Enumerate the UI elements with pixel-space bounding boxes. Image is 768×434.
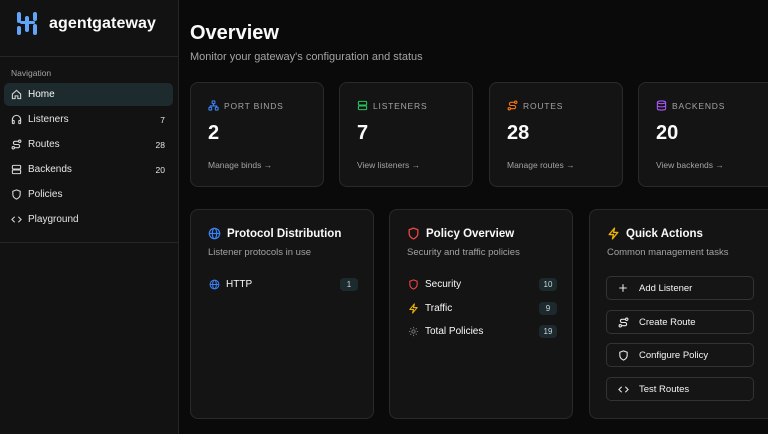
- shield-icon: [617, 349, 629, 361]
- button-label: Create Route: [639, 316, 696, 328]
- sidebar-item-playground[interactable]: Playground: [4, 208, 173, 231]
- stat-label: PORT BINDS: [224, 100, 284, 111]
- stat-value: 2: [208, 122, 220, 144]
- route-icon: [10, 139, 22, 151]
- sidebar-nav: Home Listeners 7 Routes 28 Backends 20 P…: [4, 83, 173, 233]
- plus-icon: [617, 282, 629, 294]
- sidebar-item-label: Routes: [28, 139, 60, 150]
- nav-heading: Navigation: [11, 68, 52, 78]
- panel-title-text: Policy Overview: [426, 227, 515, 240]
- policy-label: Security: [425, 278, 462, 290]
- network-icon: [208, 100, 219, 111]
- brand[interactable]: agentgateway: [14, 10, 156, 37]
- panel-title: Protocol Distribution: [208, 227, 341, 240]
- count-badge: 10: [539, 277, 557, 291]
- panel-title-text: Protocol Distribution: [227, 227, 342, 240]
- stat-header: ROUTES: [507, 100, 563, 111]
- sidebar-item-label: Home: [28, 89, 55, 100]
- agentgateway-logo-icon: [14, 10, 41, 37]
- zap-icon: [607, 227, 620, 240]
- stat-label: BACKENDS: [672, 100, 726, 111]
- home-icon: [10, 89, 22, 101]
- view-listeners-link[interactable]: View listeners →: [357, 160, 420, 170]
- shield-icon: [407, 227, 420, 240]
- stat-header: PORT BINDS: [208, 100, 284, 111]
- stat-label: LISTENERS: [373, 100, 428, 111]
- panel-subtitle: Security and traffic policies: [407, 247, 520, 258]
- panel-title: Policy Overview: [407, 227, 514, 240]
- panel-title-text: Quick Actions: [626, 227, 703, 240]
- panel-subtitle: Listener protocols in use: [208, 247, 311, 258]
- zap-icon: [407, 302, 419, 314]
- sidebar-item-label: Playground: [28, 214, 79, 225]
- database-icon: [656, 100, 667, 111]
- button-label: Test Routes: [639, 383, 690, 395]
- sidebar: agentgateway Navigation Home Listeners 7…: [0, 0, 179, 434]
- stat-card-port-binds[interactable]: PORT BINDS 2 Manage binds →: [190, 82, 324, 187]
- protocol-row-http: HTTP 1: [208, 276, 358, 292]
- button-label: Add Listener: [639, 282, 693, 294]
- globe-icon: [208, 278, 220, 290]
- page-subtitle: Monitor your gateway's configuration and…: [190, 51, 423, 63]
- sidebar-divider: [0, 56, 179, 57]
- sidebar-divider: [0, 242, 179, 243]
- sidebar-item-label: Backends: [28, 164, 72, 175]
- sidebar-item-backends[interactable]: Backends 20: [4, 158, 173, 181]
- stat-card-routes[interactable]: ROUTES 28 Manage routes →: [489, 82, 623, 187]
- sidebar-item-count: 28: [155, 139, 165, 150]
- count-badge: 19: [539, 324, 557, 338]
- sidebar-item-home[interactable]: Home: [4, 83, 173, 106]
- stat-value: 7: [357, 122, 369, 144]
- quick-actions-panel: Quick Actions Common management tasks Ad…: [589, 209, 768, 419]
- panel-subtitle: Common management tasks: [607, 247, 729, 258]
- code-icon: [10, 214, 22, 226]
- test-routes-button[interactable]: Test Routes: [606, 377, 754, 401]
- manage-binds-link[interactable]: Manage binds →: [208, 160, 272, 170]
- shield-icon: [407, 278, 419, 290]
- sidebar-item-count: 20: [155, 164, 165, 175]
- policy-row-total: Total Policies 19: [407, 323, 557, 339]
- brand-name: agentgateway: [49, 14, 157, 32]
- protocol-distribution-panel: Protocol Distribution Listener protocols…: [190, 209, 374, 419]
- manage-routes-link[interactable]: Manage routes →: [507, 160, 575, 170]
- protocol-label: HTTP: [226, 278, 253, 290]
- sidebar-item-label: Listeners: [28, 114, 69, 125]
- shield-icon: [10, 189, 22, 201]
- sidebar-item-listeners[interactable]: Listeners 7: [4, 108, 173, 131]
- globe-icon: [208, 227, 221, 240]
- panel-title: Quick Actions: [607, 227, 703, 240]
- page-title: Overview: [190, 22, 279, 44]
- headphones-icon: [10, 114, 22, 126]
- policy-row-traffic: Traffic 9: [407, 300, 557, 316]
- button-label: Configure Policy: [639, 349, 709, 361]
- policy-label: Traffic: [425, 302, 453, 314]
- stat-header: BACKENDS: [656, 100, 725, 111]
- stat-header: LISTENERS: [357, 100, 427, 111]
- stat-value: 28: [507, 122, 530, 144]
- route-icon: [507, 100, 518, 111]
- server-icon: [10, 164, 22, 176]
- create-route-button[interactable]: Create Route: [606, 310, 754, 334]
- stat-value: 20: [656, 122, 679, 144]
- sidebar-item-routes[interactable]: Routes 28: [4, 133, 173, 156]
- route-icon: [617, 316, 629, 328]
- count-badge: 1: [340, 277, 358, 291]
- stat-card-backends[interactable]: BACKENDS 20 View backends →: [638, 82, 768, 187]
- sidebar-item-label: Policies: [28, 189, 63, 200]
- sidebar-item-count: 7: [160, 114, 165, 125]
- policy-overview-panel: Policy Overview Security and traffic pol…: [389, 209, 573, 419]
- gear-icon: [407, 325, 419, 337]
- stat-label: ROUTES: [523, 100, 564, 111]
- policy-row-security: Security 10: [407, 276, 557, 292]
- code-icon: [617, 383, 629, 395]
- server-icon: [357, 100, 368, 111]
- policy-label: Total Policies: [425, 325, 484, 337]
- view-backends-link[interactable]: View backends →: [656, 160, 724, 170]
- sidebar-item-policies[interactable]: Policies: [4, 183, 173, 206]
- count-badge: 9: [539, 301, 557, 315]
- add-listener-button[interactable]: Add Listener: [606, 276, 754, 300]
- configure-policy-button[interactable]: Configure Policy: [606, 343, 754, 367]
- stat-card-listeners[interactable]: LISTENERS 7 View listeners →: [339, 82, 473, 187]
